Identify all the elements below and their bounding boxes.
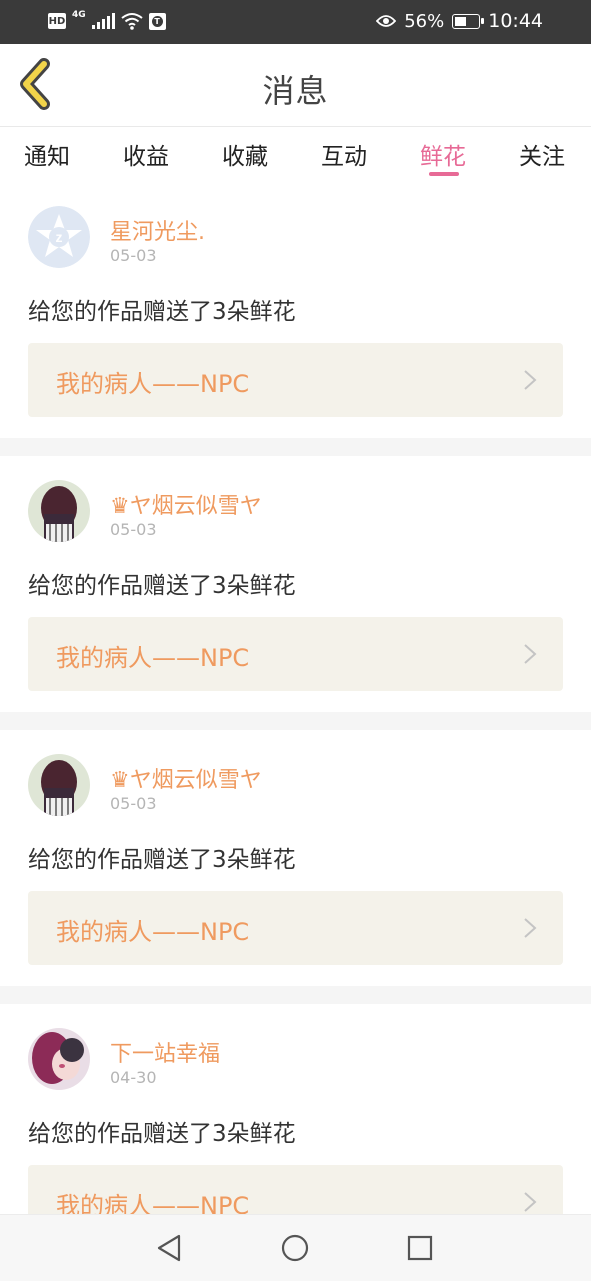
- signal-icon: [91, 13, 115, 29]
- network-type: 4G: [72, 9, 86, 20]
- nav-recents-button[interactable]: [403, 1231, 437, 1265]
- anime-avatar-icon: [28, 1028, 90, 1090]
- default-avatar-icon: z: [28, 206, 90, 268]
- flower-feed[interactable]: z 星河光尘. 05-03 给您的作品赠送了3朵鲜花 我的病人——NPC ♛ヤ烟: [0, 182, 591, 1214]
- nav-home-button[interactable]: [278, 1231, 312, 1265]
- tab-bar: 通知 收益 收藏 互动 鲜花 关注: [0, 127, 591, 177]
- divider: [0, 712, 591, 730]
- gift-message: 给您的作品赠送了3朵鲜花: [28, 299, 296, 325]
- chevron-right-icon: [524, 1192, 537, 1212]
- home-circle-icon: [281, 1234, 309, 1262]
- header: 消息: [0, 44, 591, 127]
- tab-interactions[interactable]: 互动: [321, 137, 367, 171]
- username[interactable]: 星河光尘.: [110, 214, 205, 246]
- tab-flowers[interactable]: 鲜花: [420, 137, 466, 171]
- clock: 10:44: [488, 10, 543, 32]
- gift-message: 给您的作品赠送了3朵鲜花: [28, 847, 296, 873]
- svg-text:z: z: [56, 229, 63, 245]
- work-title: 我的病人——NPC: [56, 370, 250, 398]
- tab-follows[interactable]: 关注: [519, 137, 565, 171]
- username[interactable]: ♛ヤ烟云似雪ヤ: [110, 488, 262, 520]
- avatar[interactable]: [28, 754, 90, 816]
- avatar[interactable]: [28, 480, 90, 542]
- work-link[interactable]: 我的病人——NPC: [28, 343, 563, 417]
- work-link[interactable]: 我的病人——NPC: [28, 891, 563, 965]
- chevron-right-icon: [524, 644, 537, 664]
- system-nav-bar: [0, 1214, 591, 1281]
- date: 05-03: [110, 794, 157, 813]
- list-item: ♛ヤ烟云似雪ヤ 05-03 给您的作品赠送了3朵鲜花 我的病人——NPC: [0, 730, 591, 986]
- list-item: z 星河光尘. 05-03 给您的作品赠送了3朵鲜花 我的病人——NPC: [0, 182, 591, 438]
- date: 05-03: [110, 520, 157, 539]
- status-left: HD 4G T: [48, 9, 166, 30]
- work-title: 我的病人——NPC: [56, 1192, 250, 1214]
- wifi-icon: [121, 13, 143, 30]
- recents-square-icon: [407, 1235, 433, 1261]
- divider: [0, 438, 591, 456]
- battery-percent: 56%: [404, 10, 445, 32]
- nav-back-button[interactable]: [152, 1231, 186, 1265]
- date: 04-30: [110, 1068, 157, 1087]
- eye-icon: [376, 15, 397, 27]
- photo-avatar-icon: [28, 480, 90, 542]
- gift-message: 给您的作品赠送了3朵鲜花: [28, 573, 296, 599]
- work-link[interactable]: 我的病人——NPC: [28, 617, 563, 691]
- photo-avatar-icon: [28, 754, 90, 816]
- chevron-right-icon: [524, 370, 537, 390]
- back-triangle-icon: [157, 1234, 181, 1262]
- page-title: 消息: [262, 72, 329, 110]
- divider: [0, 986, 591, 1004]
- tab-earnings[interactable]: 收益: [123, 137, 169, 171]
- active-tab-indicator: [429, 172, 459, 176]
- username[interactable]: 下一站幸福: [110, 1036, 220, 1068]
- status-bar: HD 4G T 56% 10:44: [0, 0, 591, 44]
- username[interactable]: ♛ヤ烟云似雪ヤ: [110, 762, 262, 794]
- avatar[interactable]: z: [28, 206, 90, 268]
- list-item: 下一站幸福 04-30 给您的作品赠送了3朵鲜花 我的病人——NPC: [0, 1004, 591, 1214]
- work-title: 我的病人——NPC: [56, 644, 250, 672]
- gift-message: 给您的作品赠送了3朵鲜花: [28, 1121, 296, 1147]
- tab-favorites[interactable]: 收藏: [222, 137, 268, 171]
- hd-icon: HD: [48, 13, 66, 29]
- t-app-icon: T: [148, 12, 166, 30]
- tab-notifications[interactable]: 通知: [24, 137, 70, 171]
- avatar[interactable]: [28, 1028, 90, 1090]
- work-link[interactable]: 我的病人——NPC: [28, 1165, 563, 1214]
- status-right: 56% 10:44: [376, 10, 543, 32]
- work-title: 我的病人——NPC: [56, 918, 250, 946]
- list-item: ♛ヤ烟云似雪ヤ 05-03 给您的作品赠送了3朵鲜花 我的病人——NPC: [0, 456, 591, 712]
- battery-icon: [452, 13, 485, 29]
- date: 05-03: [110, 246, 157, 265]
- chevron-right-icon: [524, 918, 537, 938]
